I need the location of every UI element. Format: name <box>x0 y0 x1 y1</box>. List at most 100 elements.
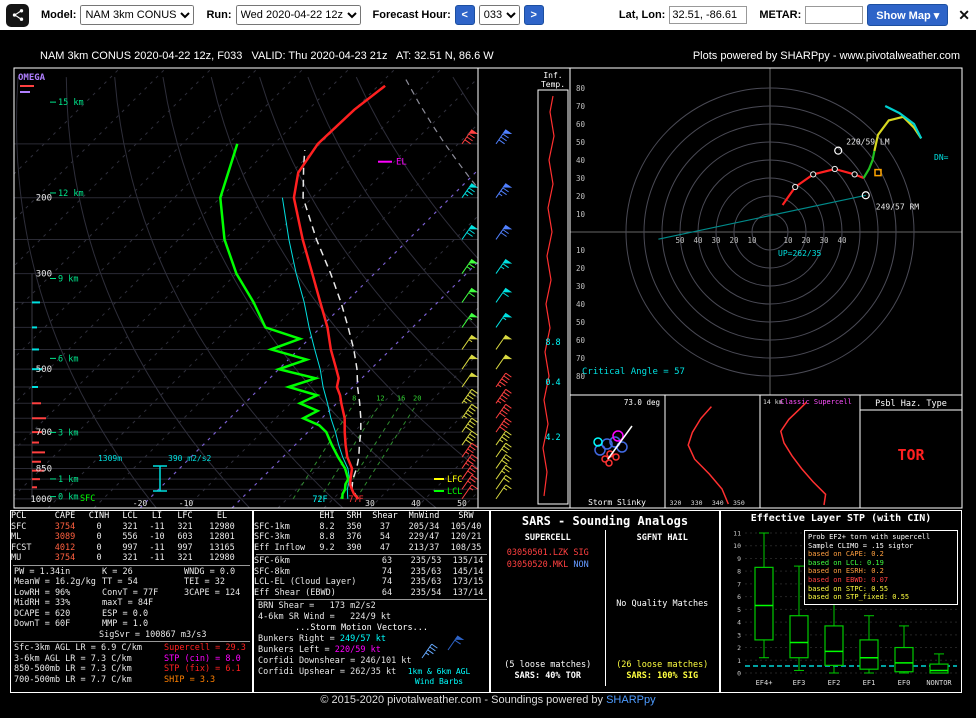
svg-text:0.4: 0.4 <box>545 378 560 388</box>
svg-text:20: 20 <box>576 264 586 273</box>
svg-text:330: 330 <box>691 499 703 507</box>
list-item: ESP = 0.0 <box>102 608 149 619</box>
svg-text:60: 60 <box>576 120 586 129</box>
svg-text:4: 4 <box>737 619 741 627</box>
svg-text:11: 11 <box>733 530 741 538</box>
svg-text:700: 700 <box>36 428 52 438</box>
metar-input[interactable] <box>805 6 864 24</box>
list-item: 3CAPE = 124 <box>184 587 241 598</box>
svg-text:UP=262/35: UP=262/35 <box>778 249 822 258</box>
sars-hail-column: SGFNT HAIL No Quality Matches (26 loose … <box>606 530 720 686</box>
svg-text:EF4+: EF4+ <box>756 679 773 687</box>
list-item: based on STPC: 0.55 <box>808 584 889 593</box>
svg-text:NONTOR: NONTOR <box>926 679 952 687</box>
model-select[interactable]: NAM 3km CONUS <box>80 5 195 25</box>
svg-text:320: 320 <box>670 499 682 507</box>
list-item: STP (cin) = 8.0 <box>164 653 241 664</box>
agl-barbs: 1km & 6km AGL Wind Barbs <box>393 614 485 686</box>
supercell-matches: 03050501.LZK SIG 03050520.MKL NON <box>507 547 589 571</box>
table-row: EHI SRH Shear MnWind SRW <box>319 511 474 521</box>
svg-text:340: 340 <box>712 499 724 507</box>
kinematics-panel: EHI SRH Shear MnWind SRW SFC-1km 8.2 350 37 205/3… <box>253 510 490 693</box>
svg-text:9 km: 9 km <box>58 275 78 285</box>
forecast-hour-label: Forecast Hour: <box>372 9 451 21</box>
svg-text:70: 70 <box>576 354 586 363</box>
barb-caption-line2: Wind Barbs <box>414 676 464 686</box>
svg-text:77F: 77F <box>348 495 363 505</box>
forecast-hour-next-button[interactable]: > <box>523 5 544 25</box>
table-row: SFC-1km 8.2 350 37 205/34 105/40 <box>254 521 482 532</box>
run-label: Run: <box>206 9 232 21</box>
sharppy-link[interactable]: SHARPpy <box>606 694 656 706</box>
plot-titlebar: NAM 3km CONUS 2020-04-22 12z, F033 VALID… <box>40 50 960 62</box>
svg-text:15 km: 15 km <box>58 98 84 108</box>
thermodynamics-panel: PCL CAPE CINH LCL LI LFC EL SFC 3754 0 321 -11 321 12… <box>10 510 253 693</box>
svg-text:10: 10 <box>576 246 586 255</box>
svg-text:TOR: TOR <box>897 446 925 464</box>
svg-text:1000: 1000 <box>30 495 52 505</box>
svg-text:EF1: EF1 <box>863 679 876 687</box>
svg-text:8.8: 8.8 <box>545 338 560 348</box>
share-button[interactable] <box>6 3 29 27</box>
divider <box>256 554 487 555</box>
skewt-diagram: 8 12 16 20 OMEGA 200 300 500 700 850 1000 15 km 12 k… <box>13 67 479 509</box>
list-item: based on EBWD: 0.07 <box>808 575 889 584</box>
table-row: PCL CAPE CINH LCL LI LFC EL <box>11 511 228 521</box>
svg-text:1309m: 1309m <box>98 454 122 463</box>
stp-panel: Effective Layer STP (with CIN) 0 1 2 3 4 5 6 7 8… <box>720 510 962 693</box>
stp-legend: Prob EF2+ torn with supercell Sample CLIM… <box>804 530 958 605</box>
svg-text:350: 350 <box>733 499 745 507</box>
svg-text:20: 20 <box>729 236 739 245</box>
svg-text:0 km: 0 km <box>58 493 78 503</box>
svg-text:300: 300 <box>36 270 52 280</box>
svg-text:500: 500 <box>36 365 52 375</box>
list-item: DCAPE = 620 <box>14 608 71 619</box>
supercell-header: SUPERCELL <box>524 533 571 543</box>
show-map-button[interactable]: Show Map ▾ <box>867 4 949 26</box>
svg-text:Storm Slinky: Storm Slinky <box>588 498 646 507</box>
svg-text:50: 50 <box>675 236 685 245</box>
svg-text:80: 80 <box>576 84 586 93</box>
list-item: based on CAPE: 0.2 <box>808 550 884 559</box>
list-item: SHIP = 3.3 <box>164 674 216 685</box>
close-icon[interactable]: ✕ <box>958 7 970 24</box>
svg-text:-10: -10 <box>179 499 194 508</box>
svg-text:3 km: 3 km <box>58 428 78 438</box>
list-item: MMP = 1.0 <box>102 619 149 629</box>
svg-text:10: 10 <box>576 210 586 219</box>
table-row: SFC-6km 63 235/53 135/14 <box>254 556 484 566</box>
svg-text:Temp.: Temp. <box>541 80 565 89</box>
forecast-hour-prev-button[interactable]: < <box>454 5 475 25</box>
parcel-table: PCL CAPE CINH LCL LI LFC EL SFC 3754 0 321 -11 321 12… <box>11 511 252 564</box>
list-item: DownT = 60F <box>14 619 71 629</box>
list-item: STP (fix) = 6.1 <box>164 664 241 674</box>
list-item: TEI = 32 <box>184 577 225 587</box>
table-row: ML 3089 0 556 -10 603 12801 <box>11 532 235 542</box>
forecast-hour-select[interactable]: 033 <box>478 5 520 25</box>
list-item: MeanW = 16.2g/kg <box>14 577 96 587</box>
list-item: Sfc-3km AGL LR = 6.9 C/km <box>14 643 142 653</box>
svg-text:4.2: 4.2 <box>545 433 560 443</box>
list-item: based on LCL: 0.19 <box>808 558 884 567</box>
svg-text:LCL: LCL <box>447 487 462 497</box>
svg-text:EF3: EF3 <box>793 679 806 687</box>
svg-text:1 km: 1 km <box>58 475 78 485</box>
indices-column-2: K = 26 TT = 54 ConvT = 77F maxT = 84F ESP = … <box>102 567 184 630</box>
svg-text:850: 850 <box>36 464 52 474</box>
svg-text:40: 40 <box>576 156 586 165</box>
list-item: 700-500mb LR = 7.7 C/km <box>14 674 132 685</box>
hail-header: SGFNT HAIL <box>636 533 688 543</box>
model-label: Model: <box>41 9 77 21</box>
table-row: SFC 3754 0 321 -11 321 12980 <box>11 521 235 532</box>
svg-text:30: 30 <box>365 499 375 508</box>
sigsvr-value: SigSvr = 100867 m3/s3 <box>99 629 207 640</box>
table-row: Eff Shear (EBWD) 64 235/54 137/14 <box>254 587 484 598</box>
svg-text:220/59 LM: 220/59 LM <box>846 138 890 147</box>
svg-text:2: 2 <box>737 644 741 652</box>
run-select[interactable]: Wed 2020-04-22 12z <box>235 5 361 25</box>
svg-text:72F: 72F <box>312 495 327 505</box>
indices-column-1: PW = 1.34in MeanW = 16.2g/kg LowRH = 96% Mi… <box>14 567 102 630</box>
svg-text:60: 60 <box>576 336 586 345</box>
latlon-input[interactable] <box>669 6 748 24</box>
svg-text:390 m2/s2: 390 m2/s2 <box>168 454 212 463</box>
